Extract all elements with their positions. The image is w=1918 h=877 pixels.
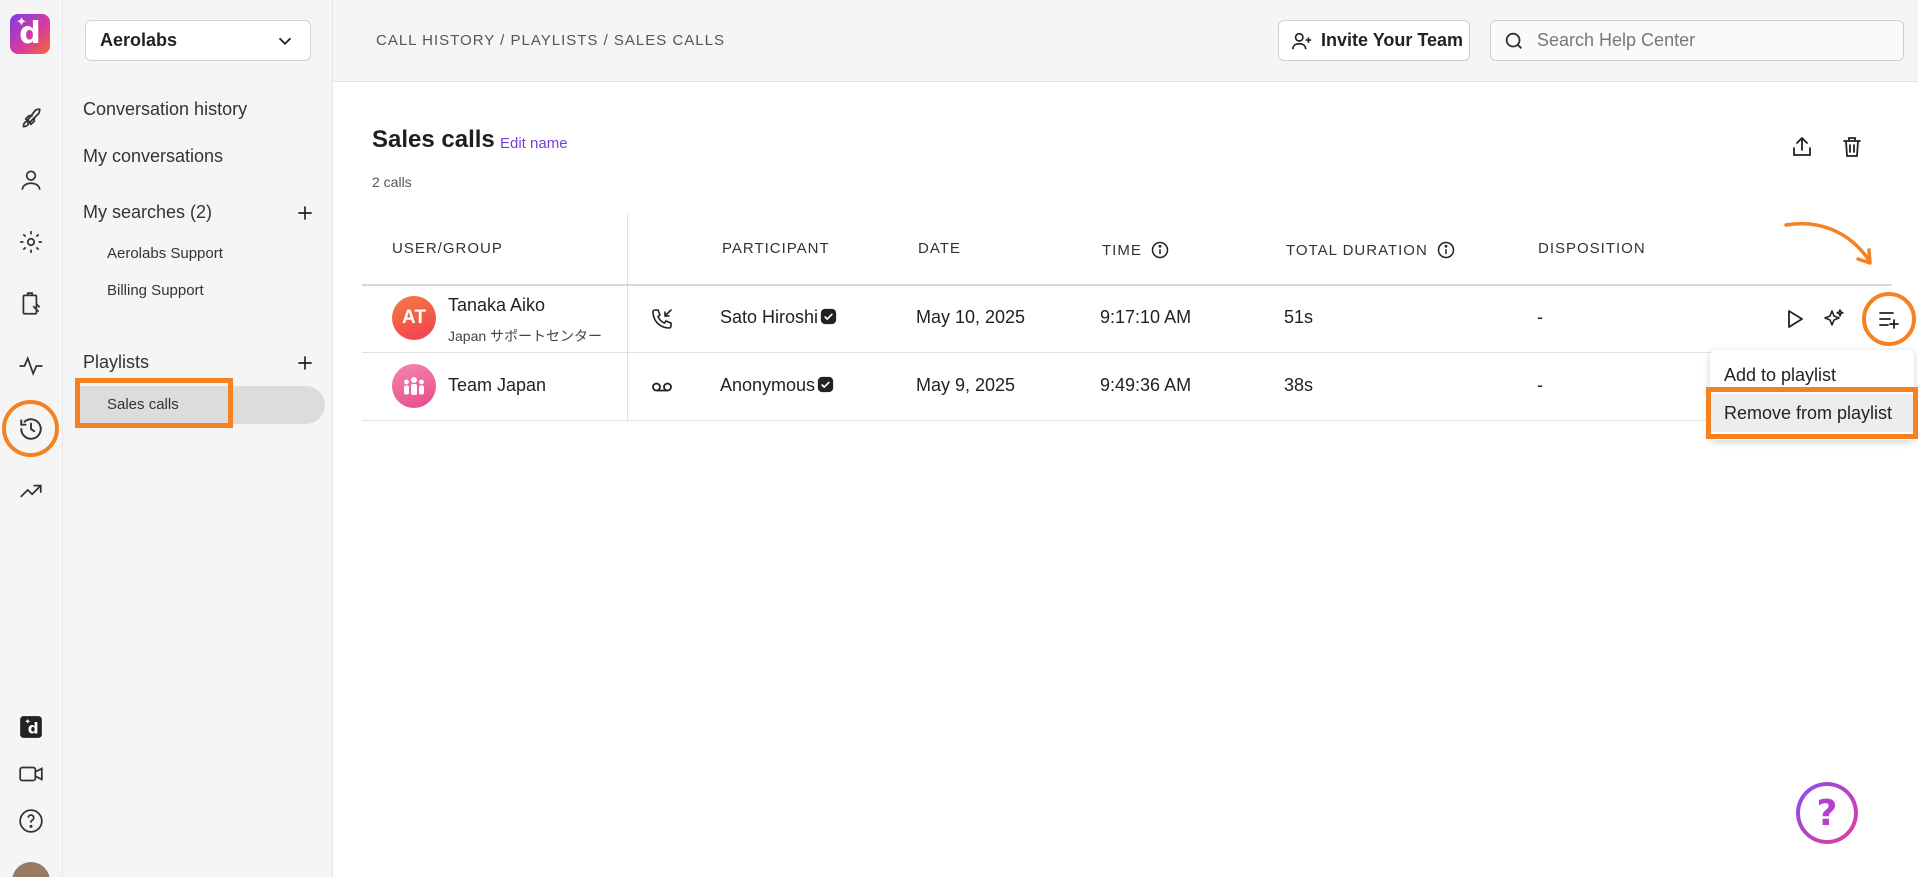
row-divider — [362, 352, 1892, 353]
play-icon — [1788, 310, 1803, 328]
nav-my-searches[interactable]: My searches (2) — [83, 202, 212, 223]
history-highlight-ring — [2, 400, 59, 457]
call-disposition: - — [1537, 307, 1543, 327]
top-header: CALL HISTORY / PLAYLISTS / SALES CALLS I… — [333, 0, 1918, 82]
user-icon[interactable] — [12, 161, 50, 199]
participant[interactable]: Sato Hiroshi — [720, 307, 837, 328]
playlist-highlight-box — [75, 378, 233, 428]
icon-rail: ✦ d d ✦ — [0, 0, 63, 877]
nav-playlists[interactable]: Playlists — [83, 352, 149, 373]
call-duration: 38s — [1284, 375, 1314, 395]
search-input[interactable] — [1537, 30, 1877, 51]
breadcrumb[interactable]: CALL HISTORY / PLAYLISTS / SALES CALLS — [376, 32, 725, 49]
clipboard-icon[interactable] — [12, 285, 50, 323]
activity-icon[interactable] — [12, 347, 50, 385]
invite-team-button[interactable]: Invite Your Team — [1278, 20, 1470, 61]
help-question-icon: ? — [1800, 786, 1854, 840]
share-button[interactable] — [1788, 133, 1816, 161]
row-divider — [362, 420, 1892, 421]
user-group-label: Japan サポートセンター — [448, 328, 603, 344]
trending-icon[interactable] — [12, 472, 50, 510]
user-avatar[interactable] — [12, 862, 50, 877]
call-date: May 9, 2025 — [916, 375, 1016, 395]
call-duration: 51s — [1284, 307, 1314, 327]
delete-button[interactable] — [1838, 133, 1866, 161]
sparkle-icon: ✦ — [16, 15, 27, 30]
add-search-icon[interactable] — [295, 203, 315, 223]
add-playlist-icon[interactable] — [295, 353, 315, 373]
column-divider — [627, 214, 628, 420]
info-icon[interactable] — [1150, 240, 1170, 260]
header-user-group[interactable]: USER/GROUP — [392, 240, 503, 257]
team-avatar[interactable] — [392, 364, 436, 408]
header-total-duration[interactable]: TOTAL DURATION — [1286, 240, 1456, 260]
nav-my-conversations[interactable]: My conversations — [83, 146, 223, 167]
chevron-down-icon — [278, 37, 292, 45]
incoming-call-icon — [650, 307, 674, 331]
rocket-icon[interactable] — [12, 100, 50, 138]
app-logo[interactable]: ✦ d — [10, 14, 50, 54]
page-title: Sales calls — [372, 126, 495, 153]
dialer-app-icon[interactable]: d ✦ — [12, 708, 50, 746]
search-icon — [1505, 32, 1522, 49]
edit-name-link[interactable]: Edit name — [500, 135, 568, 152]
svg-text:✦: ✦ — [25, 717, 32, 726]
sparkle-icon — [1824, 309, 1844, 326]
verified-check-icon — [817, 376, 834, 393]
call-time: 9:17:10 AM — [1100, 307, 1192, 327]
playlist-menu-highlight-ring — [1862, 292, 1916, 346]
play-button[interactable] — [1780, 305, 1808, 333]
header-disposition[interactable]: DISPOSITION — [1538, 240, 1646, 257]
help-search[interactable] — [1490, 20, 1904, 61]
user-name[interactable]: Tanaka Aiko — [448, 295, 545, 316]
upload-icon — [1793, 136, 1811, 156]
remove-option-highlight-box — [1706, 387, 1918, 439]
voicemail-icon — [650, 375, 674, 399]
verified-check-icon — [820, 308, 837, 325]
header-divider — [362, 284, 1892, 286]
avatar[interactable]: AT — [392, 296, 436, 340]
team-icon — [404, 377, 424, 395]
call-disposition: - — [1537, 375, 1543, 395]
saved-search-item[interactable]: Billing Support — [107, 282, 204, 299]
header-participant[interactable]: PARTICIPANT — [722, 240, 830, 257]
group-name[interactable]: Team Japan — [448, 375, 546, 396]
annotation-arrow — [1784, 221, 1872, 265]
nav-panel: Aerolabs Conversation history My convers… — [63, 0, 333, 877]
call-time: 9:49:36 AM — [1100, 375, 1192, 395]
header-date[interactable]: DATE — [918, 240, 961, 257]
call-date: May 10, 2025 — [916, 307, 1026, 327]
call-count: 2 calls — [372, 174, 412, 190]
add-user-icon — [1292, 32, 1312, 49]
gear-icon[interactable] — [12, 223, 50, 261]
saved-search-item[interactable]: Aerolabs Support — [107, 245, 223, 262]
help-button[interactable]: ? — [1796, 782, 1858, 844]
participant[interactable]: Anonymous — [720, 375, 834, 396]
nav-conversation-history[interactable]: Conversation history — [83, 99, 247, 120]
ai-summary-button[interactable] — [1820, 305, 1848, 333]
trash-icon — [1843, 137, 1861, 157]
header-time[interactable]: TIME — [1102, 240, 1170, 260]
info-icon[interactable] — [1436, 240, 1456, 260]
help-circle-icon[interactable] — [12, 802, 50, 840]
workspace-selector[interactable]: Aerolabs — [85, 20, 311, 61]
video-icon[interactable] — [12, 755, 50, 793]
